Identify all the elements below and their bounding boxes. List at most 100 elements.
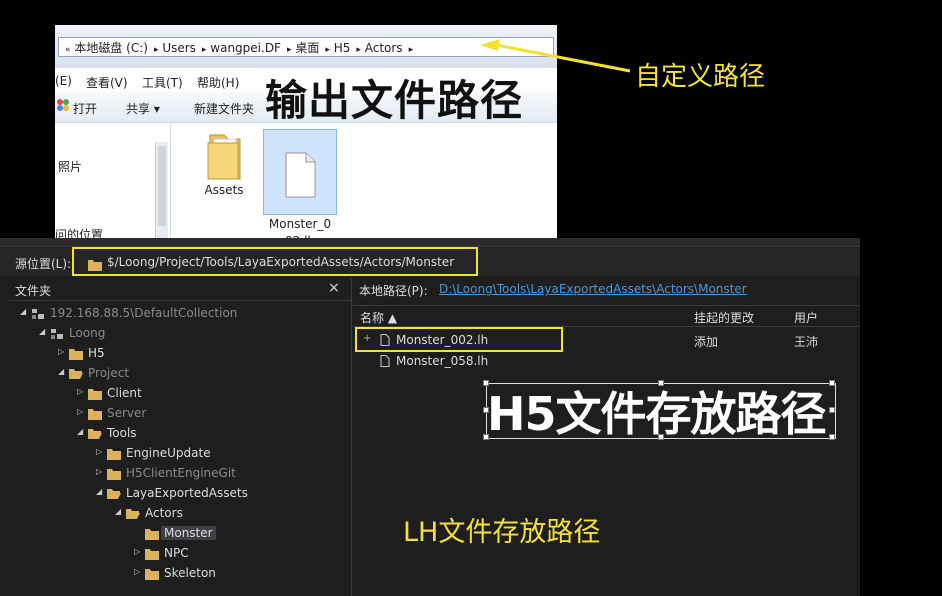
open-button[interactable]: 打开	[73, 100, 97, 117]
nav-item-recent[interactable]: 问的位置	[55, 226, 103, 238]
file-highlight	[355, 327, 563, 352]
menu-edit[interactable]: (E)	[55, 74, 72, 88]
expanded-arrow-icon[interactable]: ◢	[20, 307, 26, 316]
local-path-label: 本地路径(P):	[359, 284, 428, 298]
server-icon	[31, 308, 45, 323]
expanded-arrow-icon[interactable]: ◢	[39, 327, 45, 336]
breadcrumb: « 本地磁盘 (C:) ▸ Users ▸ wangpei.DF ▸ 桌面 ▸ H5 ▸ …	[63, 39, 413, 56]
pending-change: 添加	[694, 335, 719, 349]
navigation-pane: 照片 问的位置	[55, 123, 171, 238]
arrow-annotation	[480, 39, 631, 73]
collapsed-arrow-icon[interactable]: ▷	[58, 347, 64, 356]
collapsed-arrow-icon[interactable]: ▷	[96, 447, 102, 456]
tree-node-label: Client	[107, 386, 142, 400]
tree-node-label: 192.168.88.5\DefaultCollection	[50, 306, 238, 320]
custom-path-annotation: 自定义路径	[635, 62, 766, 92]
file-name: Monster_058.lh	[396, 354, 489, 368]
user: 王沛	[794, 335, 819, 349]
column-header: 名称 ▲ 挂起的更改 用户	[353, 305, 860, 327]
resize-handle[interactable]	[829, 407, 835, 413]
resize-handle[interactable]	[829, 434, 835, 440]
menu-tools[interactable]: 工具(T)	[142, 74, 183, 91]
scrollbar-thumb[interactable]	[158, 146, 166, 226]
expanded-arrow-icon[interactable]: ◢	[115, 507, 121, 516]
close-icon[interactable]: ×	[328, 280, 340, 296]
collapsed-arrow-icon[interactable]: ▷	[77, 387, 83, 396]
file-item-assets[interactable]: Assets	[187, 129, 261, 203]
lh-store-annotation: LH文件存放路径	[403, 517, 601, 548]
collapsed-arrow-icon[interactable]: ▷	[77, 407, 83, 416]
breadcrumb-item[interactable]: Actors	[365, 41, 403, 55]
breadcrumb-item[interactable]: Users	[162, 41, 196, 55]
tree-node-label: EngineUpdate	[126, 446, 211, 460]
folder-icon	[207, 134, 241, 180]
folder-icon	[145, 548, 159, 563]
share-button[interactable]: 共享 ▾	[126, 100, 160, 117]
expanded-arrow-icon[interactable]: ◢	[58, 367, 64, 376]
folder-open-icon	[126, 508, 140, 523]
folder-open-icon	[88, 428, 102, 443]
column-user[interactable]: 用户	[794, 309, 818, 326]
collapsed-arrow-icon[interactable]: ▷	[134, 567, 140, 576]
folder-open-icon	[69, 368, 83, 383]
tree-node-label: Tools	[107, 426, 137, 440]
tree-node-label: NPC	[164, 546, 189, 560]
chevron-right-icon[interactable]: ▸	[409, 45, 414, 55]
breadcrumb-item[interactable]: 本地磁盘 (C:)	[74, 41, 148, 55]
server-icon	[50, 328, 64, 343]
menu-view[interactable]: 查看(V)	[86, 74, 128, 91]
menu-help[interactable]: 帮助(H)	[197, 74, 239, 91]
nav-item-photos[interactable]: 照片	[58, 158, 82, 175]
expanded-arrow-icon[interactable]: ◢	[96, 487, 102, 496]
column-pending-change[interactable]: 挂起的更改	[694, 309, 754, 326]
folder-icon	[107, 448, 121, 463]
file-icon	[380, 355, 390, 370]
tree-node-label: Skeleton	[164, 566, 216, 580]
tree-node-label: Actors	[145, 506, 183, 520]
chevron-right-icon[interactable]: ▸	[154, 45, 159, 55]
local-path-link[interactable]: D:\Loong\Tools\LayaExportedAssets\Actors…	[439, 282, 747, 296]
tree-node-label: Project	[88, 366, 130, 380]
folders-title: 文件夹	[15, 284, 52, 298]
column-name[interactable]: 名称 ▲	[360, 309, 397, 326]
resize-handle[interactable]	[829, 380, 835, 386]
file-icon	[285, 152, 316, 198]
folder-icon	[88, 388, 102, 403]
toolbar-strip	[0, 238, 860, 247]
tree-node-label: H5	[88, 346, 105, 360]
h5-store-annotation[interactable]: H5文件存放路径	[487, 378, 827, 444]
chevron-right-icon[interactable]: ▸	[287, 45, 292, 55]
file-row[interactable]: Monster_058.lh	[353, 351, 860, 371]
tree-node-label: H5ClientEngineGit	[126, 466, 236, 480]
chevron-right-icon[interactable]: ▸	[325, 45, 330, 55]
file-name: Assets	[204, 183, 244, 197]
breadcrumb-item[interactable]: wangpei.DF	[210, 41, 281, 55]
collapsed-arrow-icon[interactable]: ▷	[134, 547, 140, 556]
chevron-right-icon[interactable]: ▸	[202, 45, 207, 55]
folder-icon	[145, 528, 159, 543]
folder-icon	[145, 568, 159, 583]
tree-node-label: Server	[107, 406, 147, 420]
open-icon	[56, 98, 70, 115]
folder-open-icon	[107, 488, 121, 503]
folders-header: 文件夹 ×	[8, 278, 351, 301]
tree-node-label: Loong	[69, 326, 106, 340]
breadcrumb-item[interactable]: H5	[334, 41, 351, 55]
collapsed-arrow-icon[interactable]: ▷	[96, 467, 102, 476]
folder-icon	[107, 468, 121, 483]
source-location-label: 源位置(L):	[15, 257, 72, 271]
expanded-arrow-icon[interactable]: ◢	[77, 427, 83, 436]
folder-icon	[69, 348, 83, 363]
chevron-left-icon[interactable]: «	[65, 45, 71, 55]
output-path-annotation: 输出文件路径	[265, 76, 524, 125]
tree-node-label: Monster	[161, 526, 216, 540]
tree-node-label: LayaExportedAssets	[126, 486, 248, 500]
folder-icon	[88, 408, 102, 423]
new-folder-button[interactable]: 新建文件夹	[194, 100, 254, 117]
nav-scrollbar[interactable]	[155, 142, 168, 238]
breadcrumb-item[interactable]: 桌面	[295, 41, 319, 55]
file-item-monster-002[interactable]: Monster_0 02.lh	[263, 129, 337, 238]
source-path-highlight	[72, 247, 478, 276]
file-name: Monster_0 02.lh	[268, 217, 332, 238]
chevron-right-icon[interactable]: ▸	[356, 45, 361, 55]
